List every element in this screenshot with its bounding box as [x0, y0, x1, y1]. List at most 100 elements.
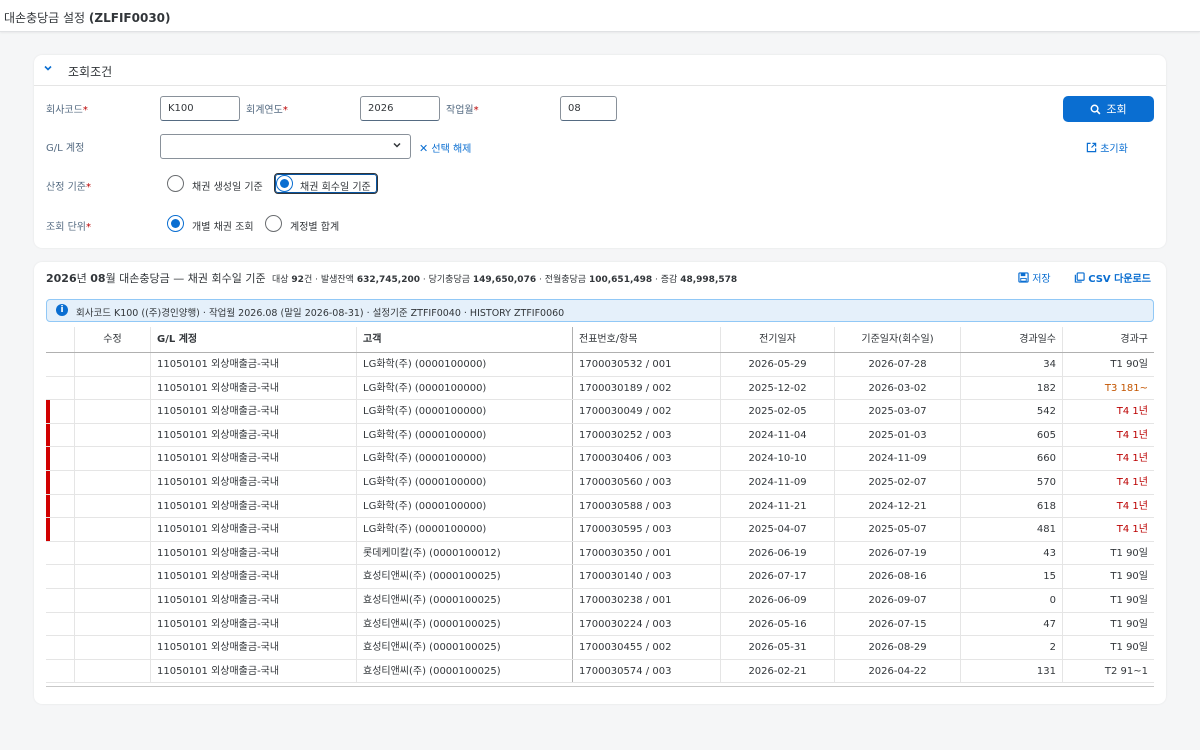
unit-radio-account[interactable] [265, 215, 282, 232]
cell-edit-column[interactable] [74, 518, 150, 541]
table-row[interactable]: 11050101 외상매출금-국내 LG화학(주) (0000100000) 170… [46, 494, 1154, 519]
row-selector[interactable] [46, 589, 74, 612]
search-button[interactable]: 조회 [1063, 96, 1154, 122]
row-selector[interactable] [46, 423, 74, 447]
row-selector[interactable] [46, 447, 74, 470]
cell-posting-date-column: 2026-05-29 [720, 353, 834, 376]
filter-panel-header[interactable]: 조회조건 [34, 55, 1166, 86]
cell-edit-column[interactable] [74, 400, 150, 423]
csv-download-button[interactable]: CSV 다운로드 [1074, 270, 1151, 285]
cell-gl-account-column: 11050101 외상매출금-국내 [150, 471, 356, 494]
info-icon: i [56, 304, 68, 316]
save-button[interactable]: 저장 [1018, 270, 1051, 285]
row-selector[interactable] [46, 471, 74, 494]
table-row[interactable]: 11050101 외상매출금-국내 LG화학(주) (0000100000) 170… [46, 376, 1154, 401]
cell-aging-grade-column: T4 1년 [1062, 471, 1154, 494]
row-selector[interactable] [46, 377, 74, 400]
summary-prev-label: · 전월충당금 [538, 275, 587, 285]
cell-edit-column[interactable] [74, 565, 150, 588]
cell-document-column: 1700030406 / 003 [572, 447, 720, 470]
cell-document-column: 1700030189 / 002 [572, 376, 720, 400]
cell-edit-column[interactable] [74, 636, 150, 659]
basis-radio-collection[interactable] [276, 175, 293, 192]
column-header-elapsed-days-column[interactable]: 경과일수 [960, 327, 1062, 352]
row-selector[interactable] [46, 613, 74, 636]
cell-posting-date-column: 2026-02-21 [720, 659, 834, 683]
table-row[interactable]: 11050101 외상매출금-국내 LG화학(주) (0000100000) 170… [46, 518, 1154, 542]
column-header-aging-grade-column[interactable]: 경과구 [1062, 327, 1154, 352]
work-month-input[interactable] [560, 96, 617, 121]
table-row[interactable]: 11050101 외상매출금-국내 LG화학(주) (0000100000) 170… [46, 447, 1154, 471]
cell-gl-account-column: 11050101 외상매출금-국내 [150, 353, 356, 376]
row-selector[interactable] [46, 353, 74, 376]
table-row[interactable]: 11050101 외상매출금-국내 LG화학(주) (0000100000) 170… [46, 423, 1154, 448]
column-header-edit-column[interactable]: 수정 [74, 327, 150, 352]
table-row[interactable]: 11050101 외상매출금-국내 효성티앤씨(주) (0000100025) 17… [46, 612, 1154, 637]
work-month-label: 작업월* [446, 101, 479, 116]
basis-label: 산정 기준* [46, 178, 91, 193]
column-header-gl-account-column[interactable]: G/L 계정 [150, 327, 356, 352]
cell-edit-column[interactable] [74, 423, 150, 447]
cell-elapsed-days-column: 34 [960, 353, 1062, 376]
summary-diff-label: · 증감 [655, 275, 678, 285]
cell-document-column: 1700030532 / 001 [572, 353, 720, 376]
table-row[interactable]: 11050101 외상매출금-국내 롯데케미칼(주) (0000100012) 17… [46, 541, 1154, 566]
cell-base-date-column: 2025-02-07 [834, 471, 960, 494]
cell-document-column: 1700030238 / 001 [572, 589, 720, 612]
fiscal-year-input[interactable] [360, 96, 440, 121]
cell-posting-date-column: 2024-11-04 [720, 423, 834, 447]
unit-radio-individual[interactable] [167, 215, 184, 232]
cell-edit-column[interactable] [74, 541, 150, 565]
cell-edit-column[interactable] [74, 376, 150, 400]
company-code-input[interactable] [160, 96, 240, 121]
overdue-flag [46, 447, 50, 470]
cell-edit-column[interactable] [74, 353, 150, 376]
row-selector[interactable] [46, 542, 74, 565]
table-row[interactable]: 11050101 외상매출금-국내 효성티앤씨(주) (0000100025) 17… [46, 636, 1154, 660]
cell-edit-column[interactable] [74, 447, 150, 470]
reset-button-label: 초기화 [1100, 144, 1128, 155]
work-month-label-text: 작업월 [446, 105, 474, 116]
cell-posting-date-column: 2024-11-09 [720, 471, 834, 494]
cell-aging-grade-column: T1 90일 [1062, 636, 1154, 659]
table-row[interactable]: 11050101 외상매출금-국내 LG화학(주) (0000100000) 170… [46, 471, 1154, 495]
cell-elapsed-days-column: 2 [960, 636, 1062, 659]
row-selector[interactable] [46, 518, 74, 541]
column-header-customer-column[interactable]: 고객 [356, 327, 572, 352]
table-row[interactable]: 11050101 외상매출금-국내 효성티앤씨(주) (0000100025) 17… [46, 565, 1154, 589]
cell-base-date-column: 2024-12-21 [834, 494, 960, 518]
cell-edit-column[interactable] [74, 659, 150, 683]
clear-selection-button[interactable]: ✕ 선택 해제 [419, 140, 471, 155]
cell-posting-date-column: 2026-07-17 [720, 565, 834, 588]
cell-gl-account-column: 11050101 외상매출금-국내 [150, 659, 356, 683]
column-header-posting-date-column[interactable]: 전기일자 [720, 327, 834, 352]
cell-elapsed-days-column: 182 [960, 376, 1062, 400]
cell-elapsed-days-column: 660 [960, 447, 1062, 470]
close-icon: ✕ [419, 142, 429, 155]
row-selector[interactable] [46, 636, 74, 659]
cell-customer-column: LG화학(주) (0000100000) [356, 471, 572, 494]
column-header-base-date-column[interactable]: 기준일자(회수일) [834, 327, 960, 352]
reset-button[interactable]: 초기화 [1086, 140, 1128, 155]
row-selector[interactable] [46, 400, 74, 423]
cell-edit-column[interactable] [74, 612, 150, 636]
overdue-flag [46, 471, 50, 494]
cell-edit-column[interactable] [74, 471, 150, 494]
gl-account-select[interactable] [160, 134, 411, 159]
cell-document-column: 1700030049 / 002 [572, 400, 720, 423]
table-row[interactable]: 11050101 외상매출금-국내 LG화학(주) (0000100000) 170… [46, 400, 1154, 424]
table-row[interactable]: 11050101 외상매출금-국내 효성티앤씨(주) (0000100025) 17… [46, 659, 1154, 684]
cell-posting-date-column: 2025-04-07 [720, 518, 834, 541]
cell-elapsed-days-column: 570 [960, 471, 1062, 494]
table-row[interactable]: 11050101 외상매출금-국내 LG화학(주) (0000100000) 170… [46, 353, 1154, 377]
row-selector[interactable] [46, 565, 74, 588]
table-row[interactable]: 11050101 외상매출금-국내 효성티앤씨(주) (0000100025) 17… [46, 589, 1154, 613]
cell-edit-column[interactable] [74, 494, 150, 518]
row-selector[interactable] [46, 660, 74, 683]
row-selector[interactable] [46, 494, 74, 518]
column-header-document-column[interactable]: 전표번호/항목 [572, 327, 720, 352]
basis-radio-creation[interactable] [167, 175, 184, 192]
page-title-code: (ZLFIF0030) [88, 11, 171, 25]
cell-edit-column[interactable] [74, 589, 150, 612]
chevron-down-icon[interactable] [43, 63, 53, 76]
